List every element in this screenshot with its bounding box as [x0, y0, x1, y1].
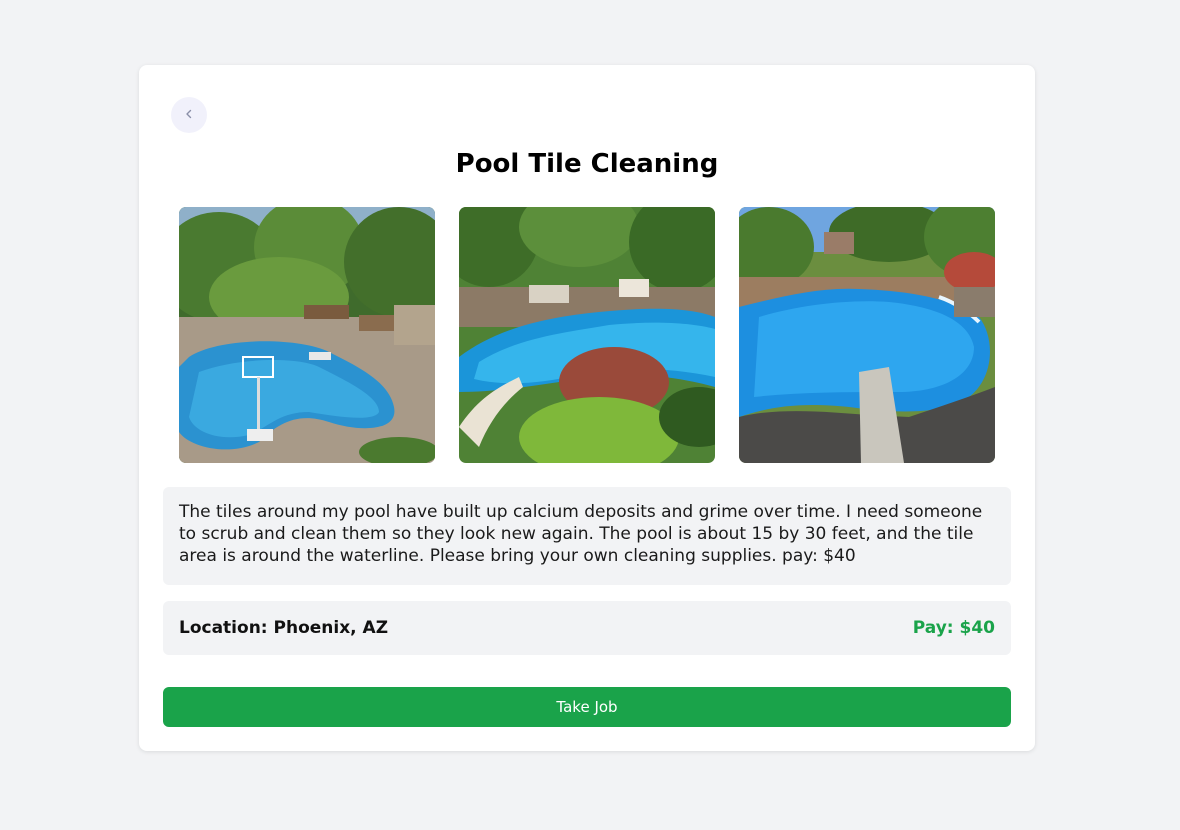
job-location: Location: Phoenix, AZ: [179, 618, 389, 638]
pool-photo-3[interactable]: [739, 207, 995, 463]
take-job-button[interactable]: Take Job: [163, 687, 1011, 727]
back-button[interactable]: [171, 97, 207, 133]
photo-gallery: [179, 207, 995, 463]
job-info-bar: Location: Phoenix, AZ Pay: $40: [163, 601, 1011, 655]
pool-photo-1[interactable]: [179, 207, 435, 463]
job-detail-card: Pool Tile Cleaning The tiles around my p…: [139, 65, 1035, 751]
job-description: The tiles around my pool have built up c…: [163, 487, 1011, 585]
job-pay: Pay: $40: [912, 618, 995, 638]
chevron-left-icon: [183, 108, 195, 123]
job-description-text: The tiles around my pool have built up c…: [179, 502, 983, 566]
page-title: Pool Tile Cleaning: [455, 149, 719, 179]
pool-photo-2[interactable]: [459, 207, 715, 463]
